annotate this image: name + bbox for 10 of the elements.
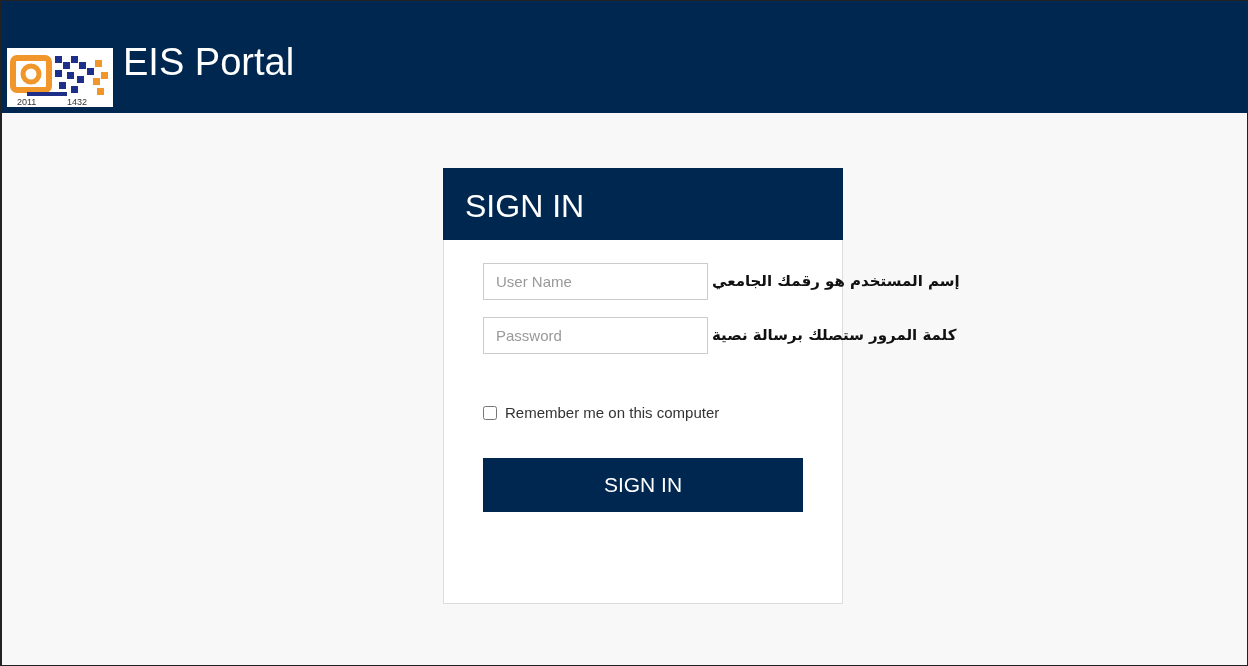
app-title: EIS Portal (123, 43, 295, 81)
username-field[interactable]: User Name (483, 263, 708, 300)
login-heading: SIGN IN (443, 168, 843, 240)
remember-label: Remember me on this computer (505, 403, 720, 423)
remember-checkbox[interactable] (483, 406, 497, 421)
sign-in-button[interactable]: SIGN IN (483, 457, 803, 512)
field-hint: كلمة المرور ستصلك برسالة نصية (712, 325, 957, 347)
field-hint: إسم المستخدم هو رقمك الجامعي (712, 271, 960, 293)
password-field[interactable]: Password (483, 317, 708, 354)
logo-icon: 2011 1432 (7, 48, 113, 107)
